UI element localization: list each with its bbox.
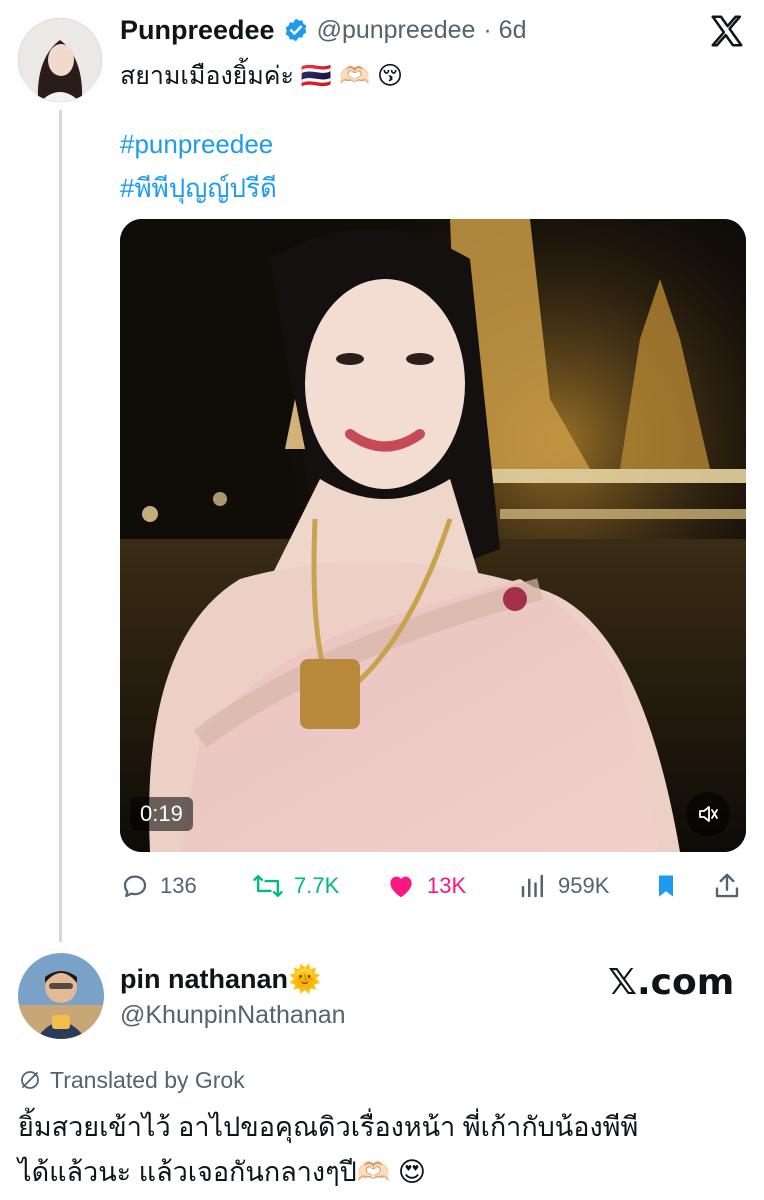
repost-button[interactable]: 7.7K bbox=[252, 868, 339, 904]
thread-line bbox=[59, 110, 62, 942]
author-avatar[interactable] bbox=[18, 18, 102, 102]
author-handle[interactable]: @punpreedee bbox=[317, 16, 476, 45]
translated-by-text: Translated by Grok bbox=[50, 1066, 245, 1093]
repost-icon bbox=[253, 874, 283, 898]
reply-button[interactable]: 136 bbox=[120, 868, 197, 904]
volume-icon[interactable] bbox=[686, 792, 730, 836]
x-logo-icon[interactable] bbox=[708, 12, 746, 50]
video-duration-badge: 0:19 bbox=[130, 797, 193, 831]
reply-icon bbox=[123, 875, 147, 898]
verified-badge-icon bbox=[283, 17, 309, 43]
view-count: 959K bbox=[558, 873, 610, 898]
tweet-header: Punpreedee @punpreedee · 6d bbox=[120, 12, 527, 48]
tweet-video[interactable]: 0:19 bbox=[120, 219, 746, 852]
reply-count: 136 bbox=[160, 873, 197, 898]
reply-author-avatar[interactable] bbox=[18, 953, 104, 1039]
tweet-time[interactable]: · 6d bbox=[483, 16, 526, 45]
repost-count: 7.7K bbox=[294, 873, 340, 898]
share-icon bbox=[715, 873, 739, 898]
heart-icon bbox=[390, 876, 412, 898]
views-button[interactable]: 959K bbox=[518, 868, 609, 904]
grok-icon bbox=[21, 1071, 39, 1089]
views-icon bbox=[521, 874, 543, 898]
translation-label: Translated by Grok bbox=[18, 1064, 245, 1096]
reply-author-name[interactable]: pin nathanan🌞 bbox=[120, 963, 322, 995]
avatar-portrait bbox=[18, 18, 102, 102]
reply-text-line: ได้แล้วนะ แล้วเจอกันกลางๆปี🫶🏻 😍 bbox=[18, 1157, 427, 1187]
reply-author-handle[interactable]: @KhunpinNathanan bbox=[120, 1001, 346, 1030]
like-count: 13K bbox=[427, 873, 467, 898]
share-button[interactable] bbox=[712, 868, 742, 904]
video-thumbnail bbox=[120, 219, 746, 852]
bookmark-button[interactable] bbox=[652, 868, 680, 904]
like-button[interactable]: 13K bbox=[385, 868, 466, 904]
hashtag-link[interactable]: #punpreedee bbox=[120, 129, 273, 160]
hashtag-link[interactable]: #พีพีปุญญ์ปรีดี bbox=[120, 168, 277, 209]
author-name[interactable]: Punpreedee bbox=[120, 15, 275, 46]
tweet-text: สยามเมืองยิ้มค่ะ 🇹🇭 🫶🏻 😚 bbox=[120, 62, 404, 90]
avatar-portrait bbox=[18, 953, 104, 1039]
reply-text-line: ยิ้มสวยเข้าไว้ อาไปขอคุณดิวเรื่องหน้า พี… bbox=[18, 1112, 639, 1142]
x-com-brand: 𝕏.com bbox=[608, 962, 735, 1003]
bookmark-icon bbox=[659, 875, 673, 897]
